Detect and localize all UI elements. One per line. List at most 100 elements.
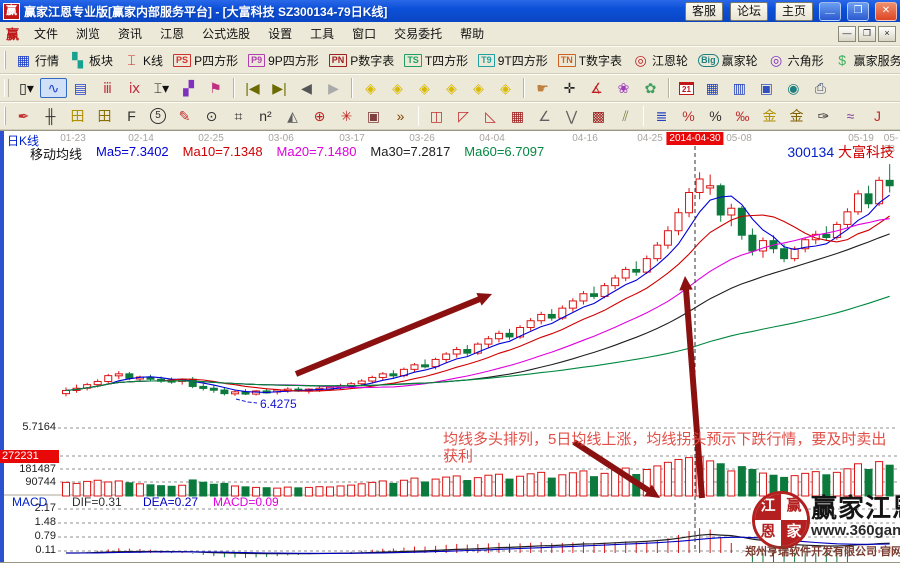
- 9p-square-button[interactable]: P99P四方形: [243, 50, 324, 71]
- candle-style-icon: ▯▾: [18, 80, 35, 96]
- gold-circle-button[interactable]: 金: [756, 106, 783, 126]
- sectors-button[interactable]: ▚板块: [64, 50, 118, 71]
- kline-button[interactable]: ⌶K线: [118, 50, 168, 71]
- hand-drag-button[interactable]: ☛: [529, 78, 556, 98]
- zoom-right-diamond-button[interactable]: ◈: [384, 78, 411, 98]
- bars-9-button[interactable]: ⅸ: [121, 78, 148, 98]
- calendar-button[interactable]: 21: [674, 80, 699, 97]
- menu-browse[interactable]: 浏览: [67, 22, 109, 45]
- gold-lines-button[interactable]: 金: [783, 106, 810, 126]
- candle-style-button[interactable]: ▯▾: [13, 78, 40, 98]
- angle-sail-button[interactable]: ◭: [279, 106, 306, 126]
- p-square-button[interactable]: PSP四方形: [168, 50, 243, 71]
- t-number-table-button[interactable]: TNT数字表: [553, 50, 627, 71]
- fan-lines-button[interactable]: ◸: [450, 106, 477, 126]
- j-angle-button[interactable]: J: [864, 106, 891, 126]
- more-chevron-button[interactable]: »: [387, 106, 414, 126]
- gann-wheel-button[interactable]: ◎江恩轮: [627, 50, 693, 71]
- 9t-square-button[interactable]: T99T四方形: [473, 50, 553, 71]
- winner-service-button[interactable]: $赢家服务: [829, 50, 900, 71]
- calculator-button[interactable]: ▦: [699, 78, 726, 98]
- next-bar-button[interactable]: ▶: [320, 78, 347, 98]
- weave-tool-icon: ✿: [642, 80, 659, 96]
- first-bar-button[interactable]: |◀: [239, 78, 266, 98]
- percent-slash-button[interactable]: %: [675, 106, 702, 126]
- f-grid-button[interactable]: F: [118, 106, 145, 126]
- homepage-button[interactable]: 主页: [775, 2, 813, 21]
- v-line-button[interactable]: ⋁: [558, 106, 585, 126]
- wave-tool-button[interactable]: ≈: [837, 106, 864, 126]
- compress-diamond-button[interactable]: ◈: [438, 78, 465, 98]
- angle-measure-button[interactable]: ∡: [583, 78, 610, 98]
- prev-bar-button[interactable]: ◀: [293, 78, 320, 98]
- mdi-close-button[interactable]: ×: [878, 26, 896, 42]
- box-grid-button[interactable]: ▦: [504, 106, 531, 126]
- menu-tools[interactable]: 工具: [301, 22, 343, 45]
- close-button[interactable]: ✕: [875, 2, 897, 21]
- menu-formula-stock-pick[interactable]: 公式选股: [193, 22, 259, 45]
- pen-knife-button[interactable]: ✑: [810, 106, 837, 126]
- angle-line-button[interactable]: ∠: [531, 106, 558, 126]
- weave-tool-button[interactable]: ✿: [637, 78, 664, 98]
- minimize-button[interactable]: ＿: [819, 2, 841, 21]
- trend-curve-button[interactable]: ∿: [40, 78, 67, 98]
- expand-all-diamond-button[interactable]: ◈: [465, 78, 492, 98]
- bars-3-button[interactable]: ⅲ: [94, 78, 121, 98]
- gold-grid-1-button[interactable]: 田: [64, 106, 91, 126]
- printer-button[interactable]: ⎙: [807, 78, 834, 98]
- menu-settings[interactable]: 设置: [259, 22, 301, 45]
- n-squared-button[interactable]: n²: [252, 106, 279, 126]
- last-bar-button[interactable]: ▶|: [266, 78, 293, 98]
- box-fan-button[interactable]: ◺: [477, 106, 504, 126]
- title-bar[interactable]: 赢 赢家江恩专业版[赢家内部服务平台] - [大富科技 SZ300134-79日…: [0, 0, 900, 22]
- crosshair-button[interactable]: ✛: [556, 78, 583, 98]
- hexagon-button[interactable]: ◎六角形: [763, 50, 829, 71]
- maximize-button[interactable]: ❐: [847, 2, 869, 21]
- box-tool-button[interactable]: ◫: [423, 106, 450, 126]
- color-flag-button[interactable]: ⚑: [202, 78, 229, 98]
- gold-grid-2-button[interactable]: 田: [91, 106, 118, 126]
- pattern-blocks-button[interactable]: ▞: [175, 78, 202, 98]
- mdi-restore-button[interactable]: ❐: [858, 26, 876, 42]
- target-cross-button[interactable]: ⊕: [306, 106, 333, 126]
- p-number-table-button[interactable]: PNP数字表: [324, 50, 400, 71]
- expand-h-diamond-button[interactable]: ◈: [411, 78, 438, 98]
- square-box-button[interactable]: ▣: [360, 106, 387, 126]
- info-list-button[interactable]: ▤: [67, 78, 94, 98]
- mdi-controls: — ❐ ×: [838, 26, 896, 42]
- flower-tool-button[interactable]: ❀: [610, 78, 637, 98]
- spiral-5-button[interactable]: 5: [145, 106, 171, 126]
- mdi-minimize-button[interactable]: —: [838, 26, 856, 42]
- move-diamond-button[interactable]: ◈: [492, 78, 519, 98]
- f-angle-button[interactable]: F: [891, 106, 900, 126]
- forum-button[interactable]: 论坛: [730, 2, 768, 21]
- menu-window[interactable]: 窗口: [343, 22, 385, 45]
- t-square-button[interactable]: TST四方形: [399, 50, 473, 71]
- menu-gann[interactable]: 江恩: [151, 22, 193, 45]
- quotes-button[interactable]: ▦行情: [10, 50, 64, 71]
- compass-circle-button[interactable]: ⊙: [198, 106, 225, 126]
- rail-tool-button[interactable]: ╫: [37, 106, 64, 126]
- web-save-button[interactable]: ◉: [780, 78, 807, 98]
- star-burst-button[interactable]: ✳: [333, 106, 360, 126]
- fan-lines-icon: ◸: [455, 108, 472, 124]
- pen-ruler-button[interactable]: ✎: [171, 106, 198, 126]
- percent-button[interactable]: %: [702, 106, 729, 126]
- brush-tool-button[interactable]: ✒: [10, 106, 37, 126]
- permille-lines-button[interactable]: ‰: [729, 106, 756, 126]
- menu-file[interactable]: 文件: [25, 22, 67, 45]
- angle-sail-icon: ◭: [284, 108, 301, 124]
- customer-service-button[interactable]: 客服: [685, 2, 723, 21]
- winner-wheel-button[interactable]: Big赢家轮: [693, 50, 763, 71]
- menu-news[interactable]: 资讯: [109, 22, 151, 45]
- save-disk-button[interactable]: ▣: [753, 78, 780, 98]
- parallel-lines-button[interactable]: ⫽: [612, 106, 639, 126]
- menu-trade-entrust[interactable]: 交易委托: [385, 22, 451, 45]
- scale-ruler-button[interactable]: ⌗: [225, 106, 252, 126]
- zoom-left-diamond-button[interactable]: ◈: [357, 78, 384, 98]
- candle-type-button[interactable]: ⌶▾: [148, 78, 175, 98]
- net-grid-button[interactable]: ▩: [585, 106, 612, 126]
- ratio-table-button[interactable]: ≣: [648, 106, 675, 126]
- menu-help[interactable]: 帮助: [451, 22, 493, 45]
- notepad-button[interactable]: ▥: [726, 78, 753, 98]
